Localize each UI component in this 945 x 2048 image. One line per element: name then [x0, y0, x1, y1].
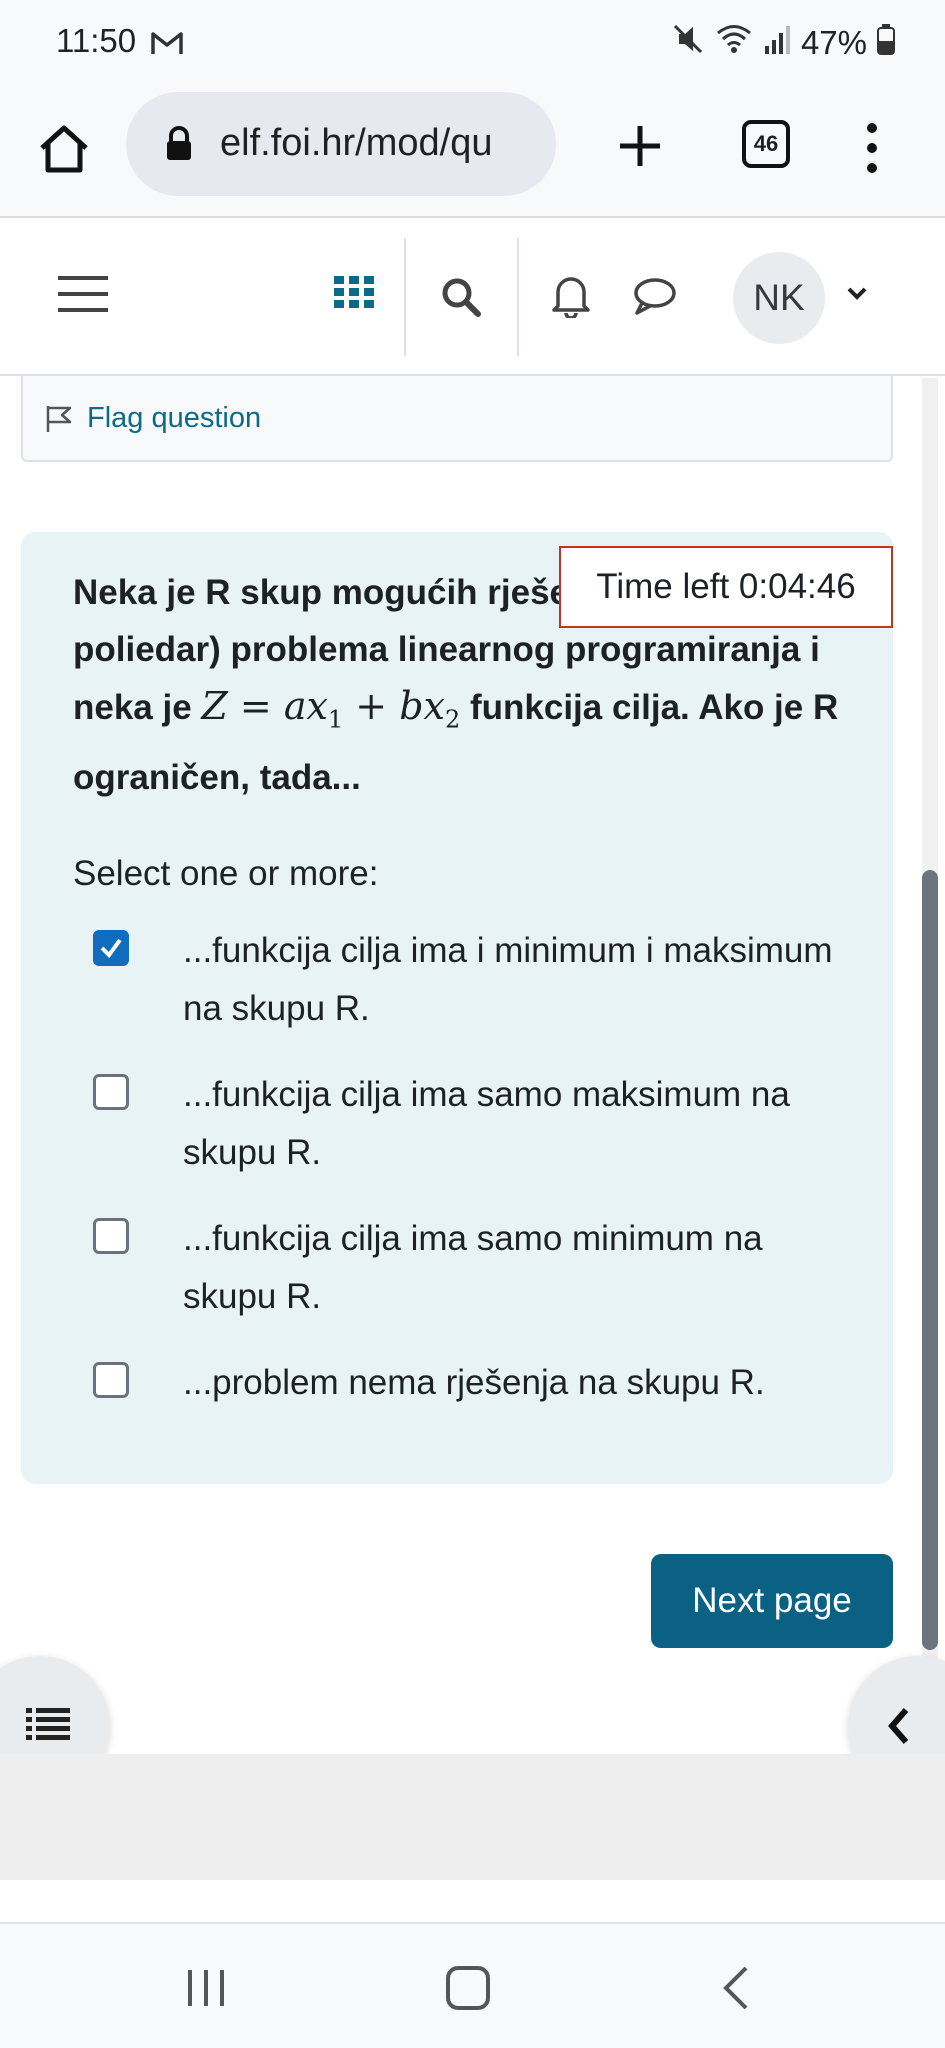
- formula-text: Z = ax: [201, 684, 328, 728]
- chat-icon[interactable]: [632, 276, 678, 321]
- checkmark-icon: [100, 938, 122, 959]
- quiz-timer: Time left 0:04:46: [559, 546, 893, 628]
- more-vert-icon: [867, 123, 877, 173]
- bell-icon[interactable]: [550, 272, 592, 323]
- home-nav-icon[interactable]: [446, 1966, 490, 2010]
- site-navbar: NK: [0, 220, 945, 376]
- next-page-button[interactable]: Next page: [651, 1554, 893, 1648]
- home-button[interactable]: [36, 120, 92, 176]
- answer-checkbox[interactable]: [93, 1362, 129, 1398]
- system-navigation-bar: [0, 1922, 945, 2048]
- answer-label[interactable]: ...funkcija cilja ima i minimum i maksim…: [183, 922, 863, 1038]
- status-time: 11:50: [56, 22, 137, 59]
- hamburger-icon[interactable]: [56, 270, 110, 318]
- question-formula: Z = ax1 + bx2: [201, 684, 461, 734]
- question-info-box: Flag question: [21, 376, 893, 462]
- answer-label[interactable]: ...funkcija cilja ima samo maksimum na s…: [183, 1066, 863, 1182]
- page-footer: [0, 1754, 945, 1880]
- select-instruction: Select one or more:: [73, 854, 379, 893]
- more-vert-button[interactable]: [852, 118, 892, 178]
- flag-question-link[interactable]: Flag question: [87, 402, 261, 435]
- tabs-button[interactable]: 46: [742, 120, 790, 168]
- scrollbar-thumb[interactable]: [922, 870, 938, 1650]
- mute-icon: [671, 22, 705, 64]
- home-icon: [40, 125, 88, 173]
- status-bar: 11:50 47%: [0, 0, 945, 88]
- url-text: elf.foi.hr/mod/qu: [220, 122, 493, 164]
- new-tab-button[interactable]: [610, 116, 670, 176]
- gmail-icon: [150, 30, 184, 61]
- url-bar[interactable]: elf.foi.hr/mod/qu: [126, 92, 556, 196]
- chevron-left-icon: [888, 1708, 909, 1744]
- list-icon: [26, 1708, 70, 1740]
- recents-icon[interactable]: [186, 1968, 226, 2013]
- answer-label[interactable]: ...funkcija cilja ima samo minimum na sk…: [183, 1210, 863, 1326]
- avatar[interactable]: NK: [733, 252, 825, 344]
- plus-icon: [620, 126, 660, 166]
- apps-grid-icon[interactable]: [334, 276, 374, 313]
- answer-checkbox[interactable]: [93, 1218, 129, 1254]
- question-content: Neka je R skup mogućih rješenja (konveks…: [21, 532, 893, 1484]
- battery-icon: [877, 23, 895, 63]
- navbar-divider: [404, 238, 406, 356]
- flag-icon[interactable]: [45, 404, 73, 439]
- signal-icon: [763, 24, 791, 62]
- browser-toolbar: elf.foi.hr/mod/qu 46: [0, 88, 945, 218]
- navbar-divider: [517, 238, 519, 356]
- back-icon[interactable]: [722, 1966, 750, 2015]
- answer-checkbox[interactable]: [93, 1074, 129, 1110]
- answer-checkbox-checked[interactable]: [93, 930, 129, 966]
- chevron-down-icon[interactable]: [846, 286, 868, 307]
- answer-label[interactable]: ...problem nema rješenja na skupu R.: [183, 1354, 863, 1412]
- search-icon[interactable]: [440, 276, 482, 323]
- lock-icon: [164, 126, 194, 167]
- battery-text: 47%: [800, 24, 867, 61]
- wifi-icon: [715, 23, 753, 63]
